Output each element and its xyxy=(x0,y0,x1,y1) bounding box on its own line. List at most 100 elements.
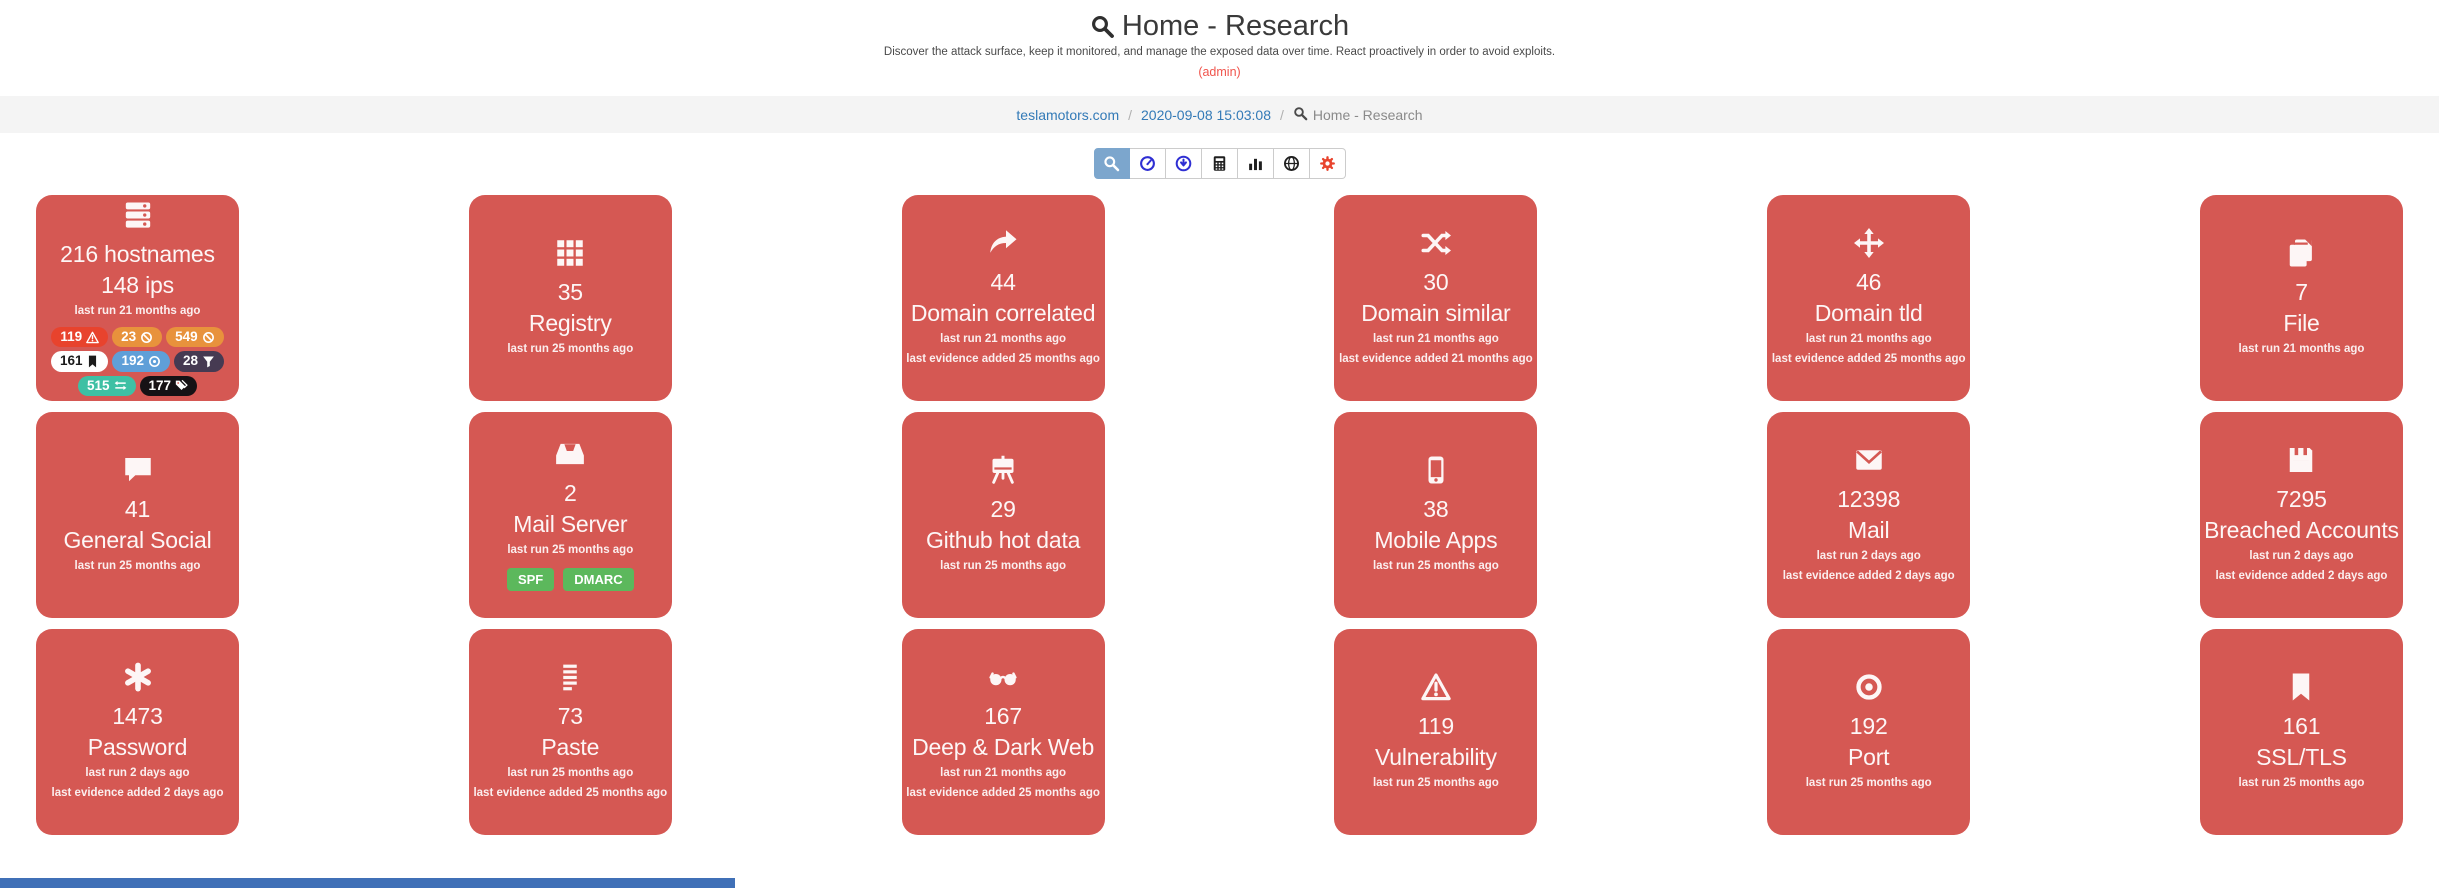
card-label: Domain tld xyxy=(1815,298,1923,329)
card-meta: last run 2 days ago xyxy=(85,765,189,783)
card-label: Domain similar xyxy=(1361,298,1510,329)
exchange-icon xyxy=(114,379,127,392)
card-label: Vulnerability xyxy=(1375,742,1497,773)
card-domain-similar[interactable]: 30Domain similarlast run 21 months agola… xyxy=(1334,195,1537,401)
card-hostnames[interactable]: 216 hostnames148 ipslast run 21 months a… xyxy=(36,195,239,401)
card-meta: last run 25 months ago xyxy=(507,765,633,783)
warning-icon xyxy=(86,331,99,344)
card-count: 46 xyxy=(1856,267,1881,298)
stat-badge[interactable]: 177 xyxy=(140,376,198,396)
th-grid-icon xyxy=(555,238,585,273)
card-registry[interactable]: 35Registrylast run 25 months ago xyxy=(469,195,672,401)
card-meta: last evidence added 2 days ago xyxy=(2216,568,2388,586)
glasses-icon xyxy=(988,662,1018,692)
search-icon xyxy=(1090,14,1115,39)
card-meta: last evidence added 25 months ago xyxy=(473,785,667,803)
card-mobile-apps[interactable]: 38Mobile Appslast run 25 months ago xyxy=(1334,412,1537,618)
card-label: Github hot data xyxy=(926,525,1080,556)
card-mail[interactable]: 12398Maillast run 2 days agolast evidenc… xyxy=(1767,412,1970,618)
circle-dot-icon xyxy=(148,355,161,368)
paste-lines-icon xyxy=(555,662,585,697)
stat-badge[interactable]: 28 xyxy=(174,351,224,371)
gear-icon xyxy=(1319,155,1336,172)
research-cards-grid: 216 hostnames148 ipslast run 21 months a… xyxy=(0,195,2439,835)
card-label: Port xyxy=(1848,742,1889,773)
card-general-social[interactable]: 41General Sociallast run 25 months ago xyxy=(36,412,239,618)
card-count: 30 xyxy=(1423,267,1448,298)
breadcrumb-separator: / xyxy=(1280,107,1284,123)
stat-badge[interactable]: 515 xyxy=(78,376,136,396)
card-meta: last run 25 months ago xyxy=(507,542,633,560)
stat-badge[interactable]: 192 xyxy=(112,351,170,371)
card-github-hot-data[interactable]: 29Github hot datalast run 25 months ago xyxy=(902,412,1105,618)
card-count: 41 xyxy=(125,494,150,525)
search-icon xyxy=(1103,155,1120,172)
search-icon xyxy=(1293,106,1308,121)
filter-icon xyxy=(202,355,215,368)
breadcrumb-current-label: Home - Research xyxy=(1313,107,1423,123)
card-paste[interactable]: 73Pastelast run 25 months agolast eviden… xyxy=(469,629,672,835)
globe-icon xyxy=(1283,155,1300,172)
badge-value: 515 xyxy=(87,378,110,394)
breadcrumb: teslamotors.com / 2020-09-08 15:03:08 / … xyxy=(0,96,2439,133)
card-meta: last run 21 months ago xyxy=(1373,331,1499,349)
badge-value: 549 xyxy=(175,329,198,345)
toolbar-button-download[interactable] xyxy=(1166,148,1202,179)
breadcrumb-separator: / xyxy=(1128,107,1132,123)
card-password[interactable]: 1473Passwordlast run 2 days agolast evid… xyxy=(36,629,239,835)
toolbar-button-calculator[interactable] xyxy=(1202,148,1238,179)
toolbar-button-globe[interactable] xyxy=(1274,148,1310,179)
card-file[interactable]: 7Filelast run 21 months ago xyxy=(2200,195,2403,401)
card-vulnerability[interactable]: 119Vulnerabilitylast run 25 months ago xyxy=(1334,629,1537,835)
share-icon xyxy=(988,228,1018,258)
card-count: 192 xyxy=(1850,711,1888,742)
warning-icon xyxy=(1421,672,1451,707)
envelope-icon xyxy=(1854,445,1884,475)
asterisk-icon xyxy=(123,662,153,697)
card-meta: last evidence added 25 months ago xyxy=(906,785,1100,803)
card-mail-server[interactable]: 2Mail Serverlast run 25 months agoSPFDMA… xyxy=(469,412,672,618)
card-breached-accounts[interactable]: 7295Breached Accountslast run 2 days ago… xyxy=(2200,412,2403,618)
card-meta: last evidence added 25 months ago xyxy=(1772,351,1966,369)
toolbar-button-settings[interactable] xyxy=(1310,148,1346,179)
breadcrumb-domain-link[interactable]: teslamotors.com xyxy=(1016,107,1119,123)
card-count: 2 xyxy=(564,478,577,509)
card-meta: last run 25 months ago xyxy=(940,558,1066,576)
toolbar-button-dashboard[interactable] xyxy=(1130,148,1166,179)
stat-badge[interactable]: 23 xyxy=(112,327,162,347)
ban-icon xyxy=(140,331,153,344)
pill-dmarc[interactable]: DMARC xyxy=(563,568,633,591)
card-count: 35 xyxy=(558,277,583,308)
admin-link[interactable]: (admin) xyxy=(1198,65,1240,79)
card-domain-tld[interactable]: 46Domain tldlast run 21 months agolast e… xyxy=(1767,195,1970,401)
card-meta: last run 21 months ago xyxy=(2239,341,2365,359)
inbox-icon xyxy=(555,439,585,474)
toolbar-button-chart[interactable] xyxy=(1238,148,1274,179)
floppy-icon xyxy=(2286,445,2316,480)
card-domain-correlated[interactable]: 44Domain correlatedlast run 21 months ag… xyxy=(902,195,1105,401)
card-label: Registry xyxy=(529,308,612,339)
page-header: Home - Research Discover the attack surf… xyxy=(0,0,2439,81)
pill-spf[interactable]: SPF xyxy=(507,568,554,591)
card-count: 12398 xyxy=(1837,484,1900,515)
card-count: 1473 xyxy=(112,701,162,732)
card-meta: last run 25 months ago xyxy=(1806,775,1932,793)
card-port[interactable]: 192Port last run 25 months ago xyxy=(1767,629,1970,835)
th-grid-icon xyxy=(555,238,585,268)
badge-value: 177 xyxy=(149,378,172,394)
card-count: 44 xyxy=(991,267,1016,298)
card-deep-dark-web[interactable]: 167Deep & Dark Weblast run 21 months ago… xyxy=(902,629,1105,835)
card-meta: last run 25 months ago xyxy=(1373,775,1499,793)
card-meta: last run 25 months ago xyxy=(1373,558,1499,576)
toolbar-button-search[interactable] xyxy=(1094,148,1130,179)
card-label: Breached Accounts xyxy=(2204,515,2399,546)
asterisk-icon xyxy=(123,662,153,692)
stat-badge[interactable]: 161 xyxy=(51,351,109,371)
breadcrumb-timestamp-link[interactable]: 2020-09-08 15:03:08 xyxy=(1141,107,1271,123)
stat-badge[interactable]: 549 xyxy=(166,327,224,347)
card-ssl-tls[interactable]: 161SSL/TLSlast run 25 months ago xyxy=(2200,629,2403,835)
easel-icon xyxy=(988,455,1018,490)
page-title: Home - Research xyxy=(0,10,2439,43)
card-meta: last run 25 months ago xyxy=(2239,775,2365,793)
stat-badge[interactable]: 119 xyxy=(51,327,108,347)
